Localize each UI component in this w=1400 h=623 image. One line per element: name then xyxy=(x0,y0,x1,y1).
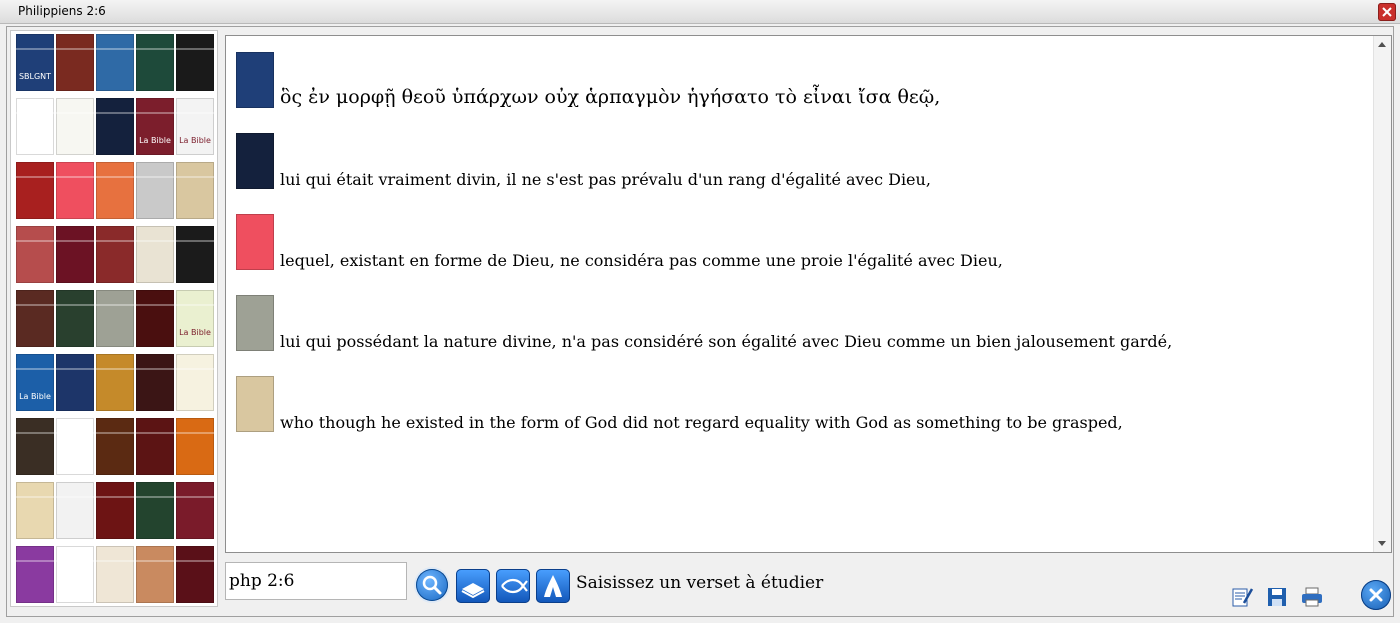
scroll-down-arrow-icon[interactable] xyxy=(1378,541,1386,546)
book-cover-label: La Bible xyxy=(19,392,51,401)
bible-version-book[interactable] xyxy=(16,226,54,283)
search-icon xyxy=(422,575,442,595)
bible-version-book[interactable] xyxy=(96,226,134,283)
bible-version-book[interactable] xyxy=(16,290,54,347)
bible-version-book[interactable] xyxy=(176,226,214,283)
bible-version-book[interactable] xyxy=(136,34,174,91)
window-close-button[interactable] xyxy=(1378,3,1396,21)
book-cover-label: SBLGNT xyxy=(18,72,52,81)
bible-version-book[interactable] xyxy=(136,418,174,475)
verse-reading-pane: ὃς ἐν μορφῇ θεοῦ ὑπάρχων οὐχ ἁρπαγμὸν ἡγ… xyxy=(225,35,1392,553)
bible-version-book[interactable] xyxy=(176,354,214,411)
verse-text: lui qui possédant la nature divine, n'a … xyxy=(280,332,1173,351)
bible-version-book[interactable] xyxy=(56,34,94,91)
book-icon xyxy=(461,583,485,599)
bible-version-book[interactable] xyxy=(136,162,174,219)
bible-version-book[interactable]: SBLGNT xyxy=(16,34,54,91)
prayer-icon xyxy=(544,575,562,597)
bible-version-book[interactable] xyxy=(176,418,214,475)
bible-version-book[interactable]: La Bible xyxy=(176,98,214,155)
vertical-scrollbar[interactable] xyxy=(1373,36,1391,552)
bible-version-book[interactable] xyxy=(96,34,134,91)
prayer-button[interactable] xyxy=(536,569,570,603)
verse-text: ὃς ἐν μορφῇ θεοῦ ὑπάρχων οὐχ ἁρπαγμὸν ἡγ… xyxy=(280,86,941,108)
verse-text: who though he existed in the form of God… xyxy=(280,413,1123,432)
bible-version-book[interactable] xyxy=(56,226,94,283)
bible-version-book[interactable] xyxy=(96,290,134,347)
version-cover-icon[interactable] xyxy=(236,214,274,270)
bible-version-book[interactable] xyxy=(16,482,54,539)
bible-version-book[interactable] xyxy=(136,226,174,283)
close-icon xyxy=(1369,588,1383,602)
bible-version-book[interactable] xyxy=(176,34,214,91)
bible-version-book[interactable] xyxy=(56,354,94,411)
version-cover-icon[interactable] xyxy=(236,133,274,189)
bible-version-book[interactable]: La Bible xyxy=(16,354,54,411)
bible-version-book[interactable] xyxy=(136,546,174,603)
search-button[interactable] xyxy=(416,569,448,601)
fish-button[interactable] xyxy=(496,569,530,603)
bible-version-book[interactable]: La Bible xyxy=(136,98,174,155)
exit-button[interactable] xyxy=(1361,580,1391,610)
version-cover-icon[interactable] xyxy=(236,295,274,351)
version-cover-icon[interactable] xyxy=(236,376,274,432)
bible-version-book[interactable] xyxy=(56,482,94,539)
print-icon xyxy=(1302,587,1322,607)
bible-version-book[interactable] xyxy=(16,162,54,219)
bible-version-book[interactable] xyxy=(96,354,134,411)
bible-version-book[interactable] xyxy=(16,418,54,475)
bible-version-book[interactable] xyxy=(96,418,134,475)
save-icon xyxy=(1268,588,1286,606)
scroll-up-arrow-icon[interactable] xyxy=(1378,42,1386,47)
bible-version-book[interactable] xyxy=(176,546,214,603)
bible-version-book[interactable]: La Bible xyxy=(176,290,214,347)
bible-version-book[interactable] xyxy=(176,162,214,219)
bible-version-book[interactable] xyxy=(56,290,94,347)
verse-search-input[interactable] xyxy=(225,562,407,600)
window-title: Philippiens 2:6 xyxy=(18,4,106,18)
edit-icon xyxy=(1232,588,1254,607)
book-cover-label: La Bible xyxy=(179,136,211,145)
bible-version-book[interactable] xyxy=(16,546,54,603)
bible-version-book[interactable] xyxy=(96,162,134,219)
book-cover-label: La Bible xyxy=(139,136,171,145)
save-button[interactable] xyxy=(1265,585,1289,609)
edit-button[interactable] xyxy=(1230,585,1254,609)
bible-version-book[interactable] xyxy=(136,290,174,347)
print-button[interactable] xyxy=(1300,585,1324,609)
instruction-text: Saisissez un verset à étudier xyxy=(576,573,824,593)
bible-version-grid: SBLGNT La Bible La Bible La Bible La Bible xyxy=(10,30,218,607)
verse-text: lui qui était vraiment divin, il ne s'es… xyxy=(280,170,931,189)
bible-version-book[interactable] xyxy=(136,354,174,411)
bible-version-book[interactable] xyxy=(56,98,94,155)
bible-book-button[interactable] xyxy=(456,569,490,603)
bible-version-book[interactable] xyxy=(56,546,94,603)
verse-text: lequel, existant en forme de Dieu, ne co… xyxy=(280,251,1003,270)
bible-version-book[interactable] xyxy=(16,98,54,155)
bible-version-book[interactable] xyxy=(56,162,94,219)
close-icon xyxy=(1382,7,1392,17)
title-bar: Philippiens 2:6 xyxy=(0,0,1400,24)
fish-icon xyxy=(501,578,528,594)
bible-version-book[interactable] xyxy=(176,482,214,539)
book-cover-label: La Bible xyxy=(179,328,211,337)
bible-version-book[interactable] xyxy=(56,418,94,475)
bible-version-book[interactable] xyxy=(96,98,134,155)
version-cover-icon[interactable] xyxy=(236,52,274,108)
bible-version-book[interactable] xyxy=(96,482,134,539)
bible-version-book[interactable] xyxy=(96,546,134,603)
bible-version-book[interactable] xyxy=(136,482,174,539)
